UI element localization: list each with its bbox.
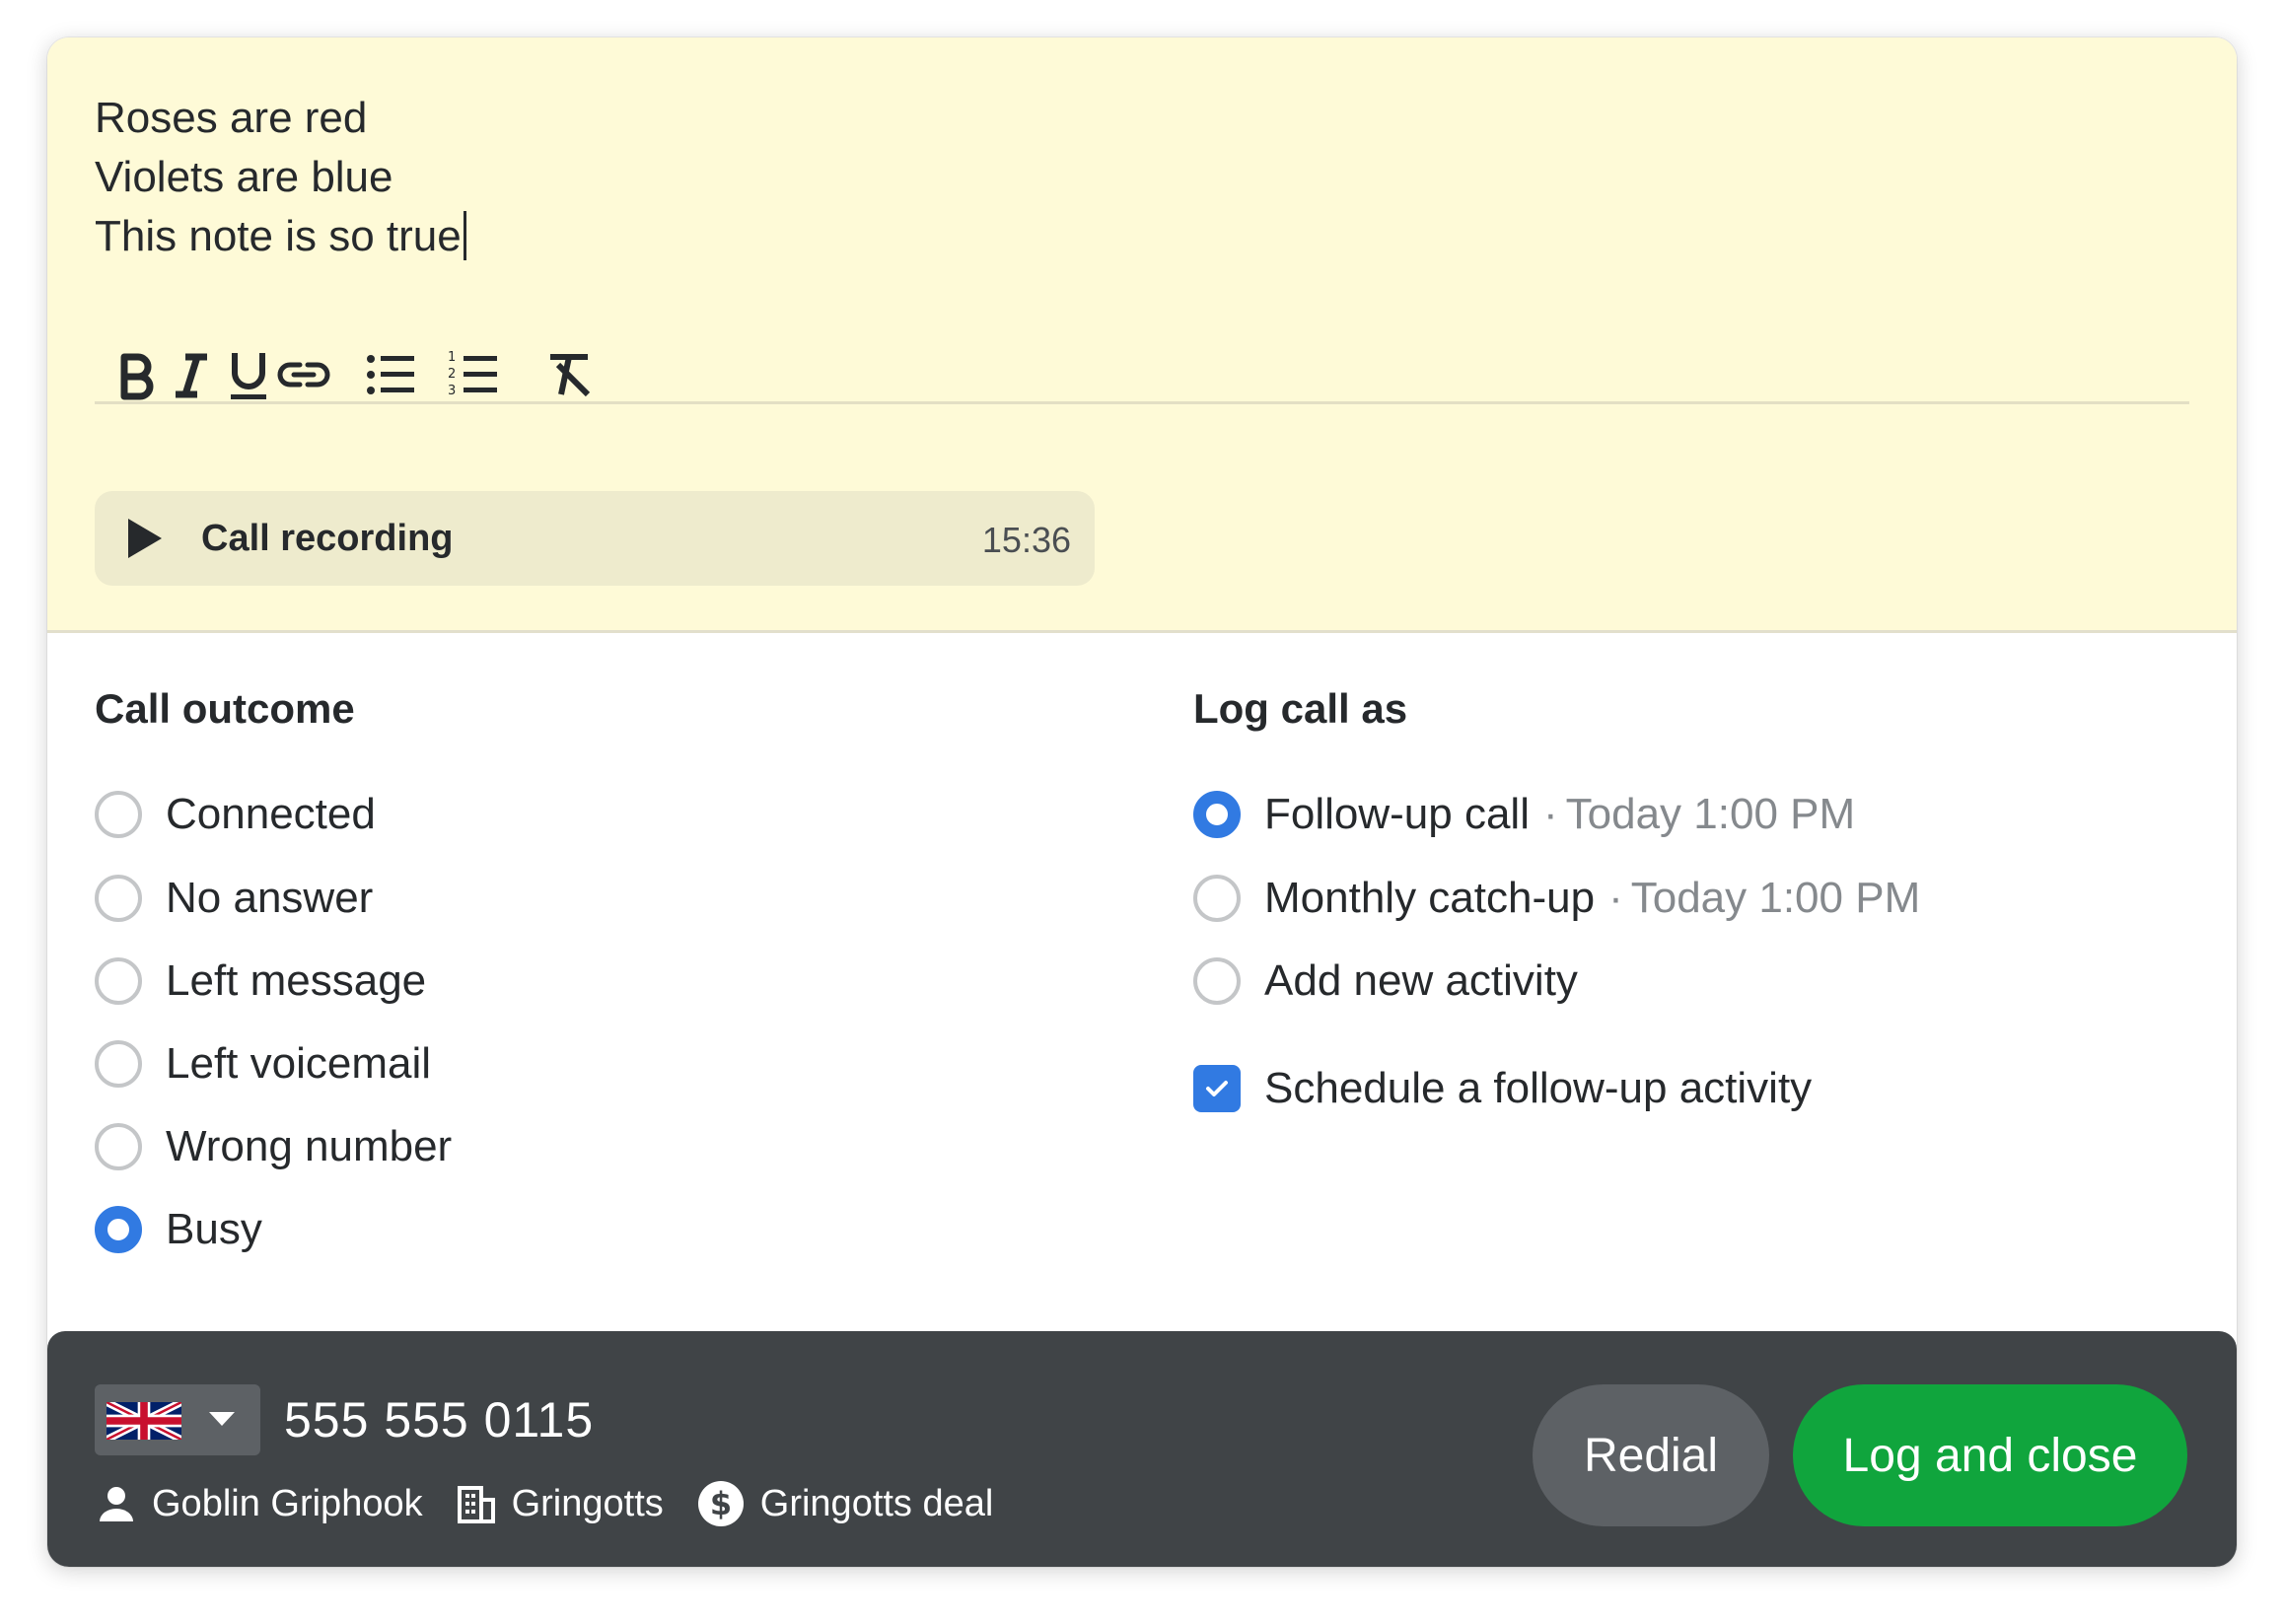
option-label: Monthly catch-up (1264, 874, 1596, 922)
link-button[interactable] (274, 345, 333, 404)
svg-text:3: 3 (448, 384, 456, 398)
organization-link[interactable]: Gringotts (457, 1483, 664, 1525)
option-label: Busy (166, 1205, 262, 1253)
radio-button[interactable] (95, 1040, 142, 1088)
underline-icon (231, 353, 266, 399)
outcome-option-left-voicemail[interactable]: Left voicemail (95, 1036, 431, 1092)
call-outcome-title: Call outcome (95, 685, 355, 732)
radio-button[interactable] (1193, 875, 1241, 922)
italic-button[interactable] (162, 345, 221, 404)
person-name: Goblin Griphook (152, 1482, 423, 1524)
country-code-select[interactable] (95, 1384, 260, 1455)
person-link[interactable]: Goblin Griphook (97, 1483, 423, 1525)
log-call-as-title: Log call as (1193, 685, 1408, 732)
option-label: Follow-up call (1264, 790, 1530, 838)
option-label: Add new activity (1264, 956, 1578, 1005)
option-label: Wrong number (166, 1122, 453, 1170)
outcome-option-wrong-number[interactable]: Wrong number (95, 1119, 452, 1174)
outcome-option-connected[interactable]: Connected (95, 787, 376, 842)
outcome-option-no-answer[interactable]: No answer (95, 871, 373, 926)
note-line-text: This note is so true (95, 212, 462, 260)
underline-button[interactable] (219, 345, 278, 404)
building-icon (457, 1486, 495, 1523)
numbered-list-button[interactable]: 1 2 3 (444, 345, 503, 404)
bold-button[interactable] (107, 345, 166, 404)
recording-duration: 15:36 (981, 520, 1071, 560)
log-option-add-new-activity[interactable]: Add new activity (1193, 953, 1578, 1009)
separator: · (1608, 874, 1623, 922)
checkmark-icon (1206, 1081, 1228, 1096)
bold-icon (120, 353, 154, 400)
clear-formatting-icon (550, 354, 591, 397)
log-option-follow-up-call[interactable]: Follow-up call · Today 1:00 PM (1193, 787, 1855, 842)
deal-link[interactable]: $ Gringotts deal (697, 1480, 994, 1527)
formatting-toolbar: 1 2 3 (95, 325, 2189, 404)
link-icon (277, 362, 330, 388)
outcome-option-busy[interactable]: Busy (95, 1202, 262, 1257)
option-label: Connected (166, 790, 376, 838)
dollar-icon: $ (697, 1481, 744, 1526)
numbered-list-icon: 1 2 3 (448, 350, 497, 398)
option-label: Schedule a follow-up activity (1264, 1064, 1813, 1112)
radio-button[interactable] (95, 875, 142, 922)
note-editor[interactable]: Roses are red Violets are blue This note… (47, 37, 2237, 633)
svg-text:1: 1 (448, 350, 456, 365)
chevron-down-icon (209, 1412, 235, 1426)
play-icon[interactable] (124, 517, 168, 560)
call-log-dialog: Roses are red Violets are blue This note… (47, 37, 2237, 1567)
uk-flag-icon (107, 1402, 181, 1440)
bulleted-list-button[interactable] (361, 345, 420, 404)
option-label: Left message (166, 956, 427, 1005)
log-and-close-button[interactable]: Log and close (1793, 1384, 2187, 1526)
bulleted-list-icon (367, 355, 414, 394)
note-line-last: This note is so true (95, 207, 466, 266)
call-footer: 555 555 0115 Goblin Griphook Gringotts $… (47, 1331, 2237, 1567)
radio-button-selected[interactable] (1193, 791, 1241, 838)
activity-time: Today 1:00 PM (1630, 874, 1921, 922)
separator: · (1542, 790, 1558, 838)
activity-time: Today 1:00 PM (1565, 790, 1856, 838)
contact-links: Goblin Griphook Gringotts $ Gringotts de… (97, 1479, 1027, 1528)
phone-number[interactable]: 555 555 0115 (284, 1388, 594, 1451)
deal-name: Gringotts deal (759, 1482, 994, 1524)
note-line: Violets are blue (95, 153, 393, 201)
radio-button[interactable] (95, 957, 142, 1005)
note-text[interactable]: Roses are red Violets are blue This note… (95, 89, 466, 266)
note-line: Roses are red (95, 94, 368, 142)
recording-label: Call recording (201, 518, 454, 559)
radio-button[interactable] (1193, 957, 1241, 1005)
option-label: Left voicemail (166, 1039, 432, 1088)
organization-name: Gringotts (511, 1482, 664, 1524)
italic-icon (176, 353, 207, 398)
clear-formatting-button[interactable] (540, 345, 600, 404)
outcome-option-left-message[interactable]: Left message (95, 953, 426, 1009)
text-caret (463, 211, 466, 260)
svg-text:$: $ (710, 1485, 732, 1522)
radio-button[interactable] (95, 791, 142, 838)
person-icon (100, 1487, 133, 1521)
option-label: No answer (166, 874, 374, 922)
radio-button[interactable] (95, 1123, 142, 1170)
log-option-monthly-catch-up[interactable]: Monthly catch-up · Today 1:00 PM (1193, 871, 1920, 926)
svg-text:2: 2 (448, 367, 456, 382)
redial-button[interactable]: Redial (1533, 1384, 1769, 1526)
schedule-follow-up-checkbox[interactable]: Schedule a follow-up activity (1193, 1061, 1812, 1116)
checkbox-checked[interactable] (1193, 1065, 1241, 1112)
call-recording-player: Call recording 15:36 (95, 491, 1095, 586)
radio-button-selected[interactable] (95, 1206, 142, 1253)
